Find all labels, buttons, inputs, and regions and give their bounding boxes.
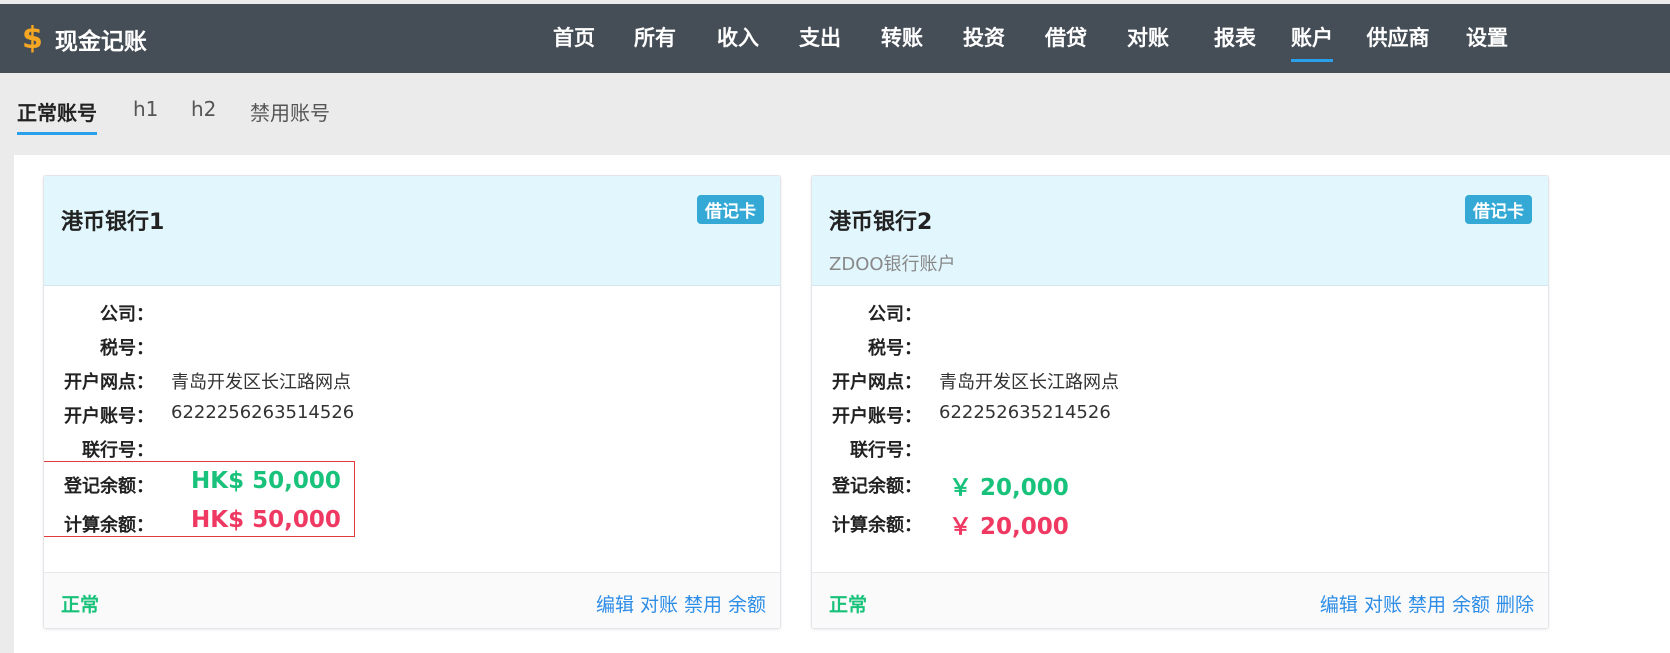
nav-item-all[interactable]: 所有	[634, 4, 676, 73]
nav-item-reconcile[interactable]: 对账	[1127, 4, 1169, 73]
company-label: 公司：	[868, 304, 922, 325]
status-text: 正常	[61, 594, 100, 616]
card-title: 港币银行2	[829, 210, 933, 235]
edit-link[interactable]: 编辑	[1320, 590, 1358, 617]
nav-item-home[interactable]: 首页	[553, 4, 595, 73]
account-no-value: 6222256263514526	[171, 402, 355, 423]
bank-code-label: 联行号：	[82, 440, 154, 461]
tax-label: 税号：	[100, 338, 154, 359]
nav-item-transfer[interactable]: 转账	[881, 4, 923, 73]
edit-link[interactable]: 编辑	[596, 590, 634, 617]
nav-item-invest[interactable]: 投资	[963, 4, 1005, 73]
reconcile-link[interactable]: 对账	[640, 590, 678, 617]
nav-item-expense[interactable]: 支出	[799, 4, 841, 73]
disable-link[interactable]: 禁用	[1408, 590, 1446, 617]
nav-item-income[interactable]: 收入	[717, 4, 759, 73]
card-actions: 编辑 对账 禁用 余额	[596, 590, 766, 617]
status-text: 正常	[829, 594, 868, 616]
bank-code-label: 联行号：	[850, 440, 922, 461]
card-header: 港币银行1 借记卡	[44, 176, 780, 286]
card-type-badge: 借记卡	[697, 195, 764, 224]
tab-disabled-accounts[interactable]: 禁用账号	[250, 97, 330, 132]
card-type-badge: 借记卡	[1465, 195, 1532, 224]
tab-normal-accounts[interactable]: 正常账号	[17, 97, 97, 135]
branch-label: 开户网点：	[832, 372, 922, 393]
calculated-balance-value: HK$ 50,000	[191, 507, 341, 533]
nav-item-loan[interactable]: 借贷	[1045, 4, 1087, 73]
account-no-value: 622252635214526	[939, 402, 1111, 423]
card-title: 港币银行1	[61, 210, 165, 235]
recorded-balance-label: 登记余额：	[64, 476, 154, 497]
account-card: 港币银行2 ZDOO银行账户 借记卡 公司： 税号： 开户网点： 青岛开发区长江…	[811, 175, 1549, 629]
account-no-label: 开户账号：	[64, 406, 154, 427]
nav-item-account[interactable]: 账户	[1291, 4, 1333, 73]
disable-link[interactable]: 禁用	[684, 590, 722, 617]
tab-h2[interactable]: h2	[191, 97, 216, 127]
top-navbar: $ 现金记账 首页 所有 收入 支出 转账 投资 借贷 对账 报表 账户 供应商…	[0, 4, 1670, 73]
recorded-balance-value: ￥ 20,000	[949, 475, 1069, 501]
account-no-label: 开户账号：	[832, 406, 922, 427]
branch-label: 开户网点：	[64, 372, 154, 393]
tax-label: 税号：	[868, 338, 922, 359]
main-nav: 首页 所有 收入 支出 转账 投资 借贷 对账 报表 账户 供应商 设置	[0, 4, 1670, 73]
calculated-balance-value: ￥ 20,000	[949, 514, 1069, 540]
account-card: 港币银行1 借记卡 公司： 税号： 开户网点： 青岛开发区长江路网点 开户账号：…	[43, 175, 781, 629]
reconcile-link[interactable]: 对账	[1364, 590, 1402, 617]
branch-value: 青岛开发区长江路网点	[939, 372, 1119, 393]
balance-link[interactable]: 余额	[1452, 590, 1490, 617]
nav-item-vendor[interactable]: 供应商	[1367, 4, 1430, 73]
delete-link[interactable]: 删除	[1496, 590, 1534, 617]
tab-h1[interactable]: h1	[133, 97, 158, 127]
card-subtitle: ZDOO银行账户	[829, 254, 956, 275]
recorded-balance-value: HK$ 50,000	[191, 468, 341, 494]
balance-link[interactable]: 余额	[728, 590, 766, 617]
nav-item-settings[interactable]: 设置	[1466, 4, 1508, 73]
branch-value: 青岛开发区长江路网点	[171, 372, 351, 393]
calculated-balance-label: 计算余额：	[64, 515, 154, 536]
card-footer: 正常 编辑 对账 禁用 余额 删除	[812, 572, 1548, 628]
company-label: 公司：	[100, 304, 154, 325]
card-footer: 正常 编辑 对账 禁用 余额	[44, 572, 780, 628]
calculated-balance-label: 计算余额：	[832, 515, 922, 536]
card-header: 港币银行2 ZDOO银行账户 借记卡	[812, 176, 1548, 286]
account-subtabs: 正常账号 h1 h2 禁用账号	[0, 73, 1670, 153]
recorded-balance-label: 登记余额：	[832, 476, 922, 497]
nav-item-report[interactable]: 报表	[1214, 4, 1256, 73]
card-actions: 编辑 对账 禁用 余额 删除	[1320, 590, 1534, 617]
